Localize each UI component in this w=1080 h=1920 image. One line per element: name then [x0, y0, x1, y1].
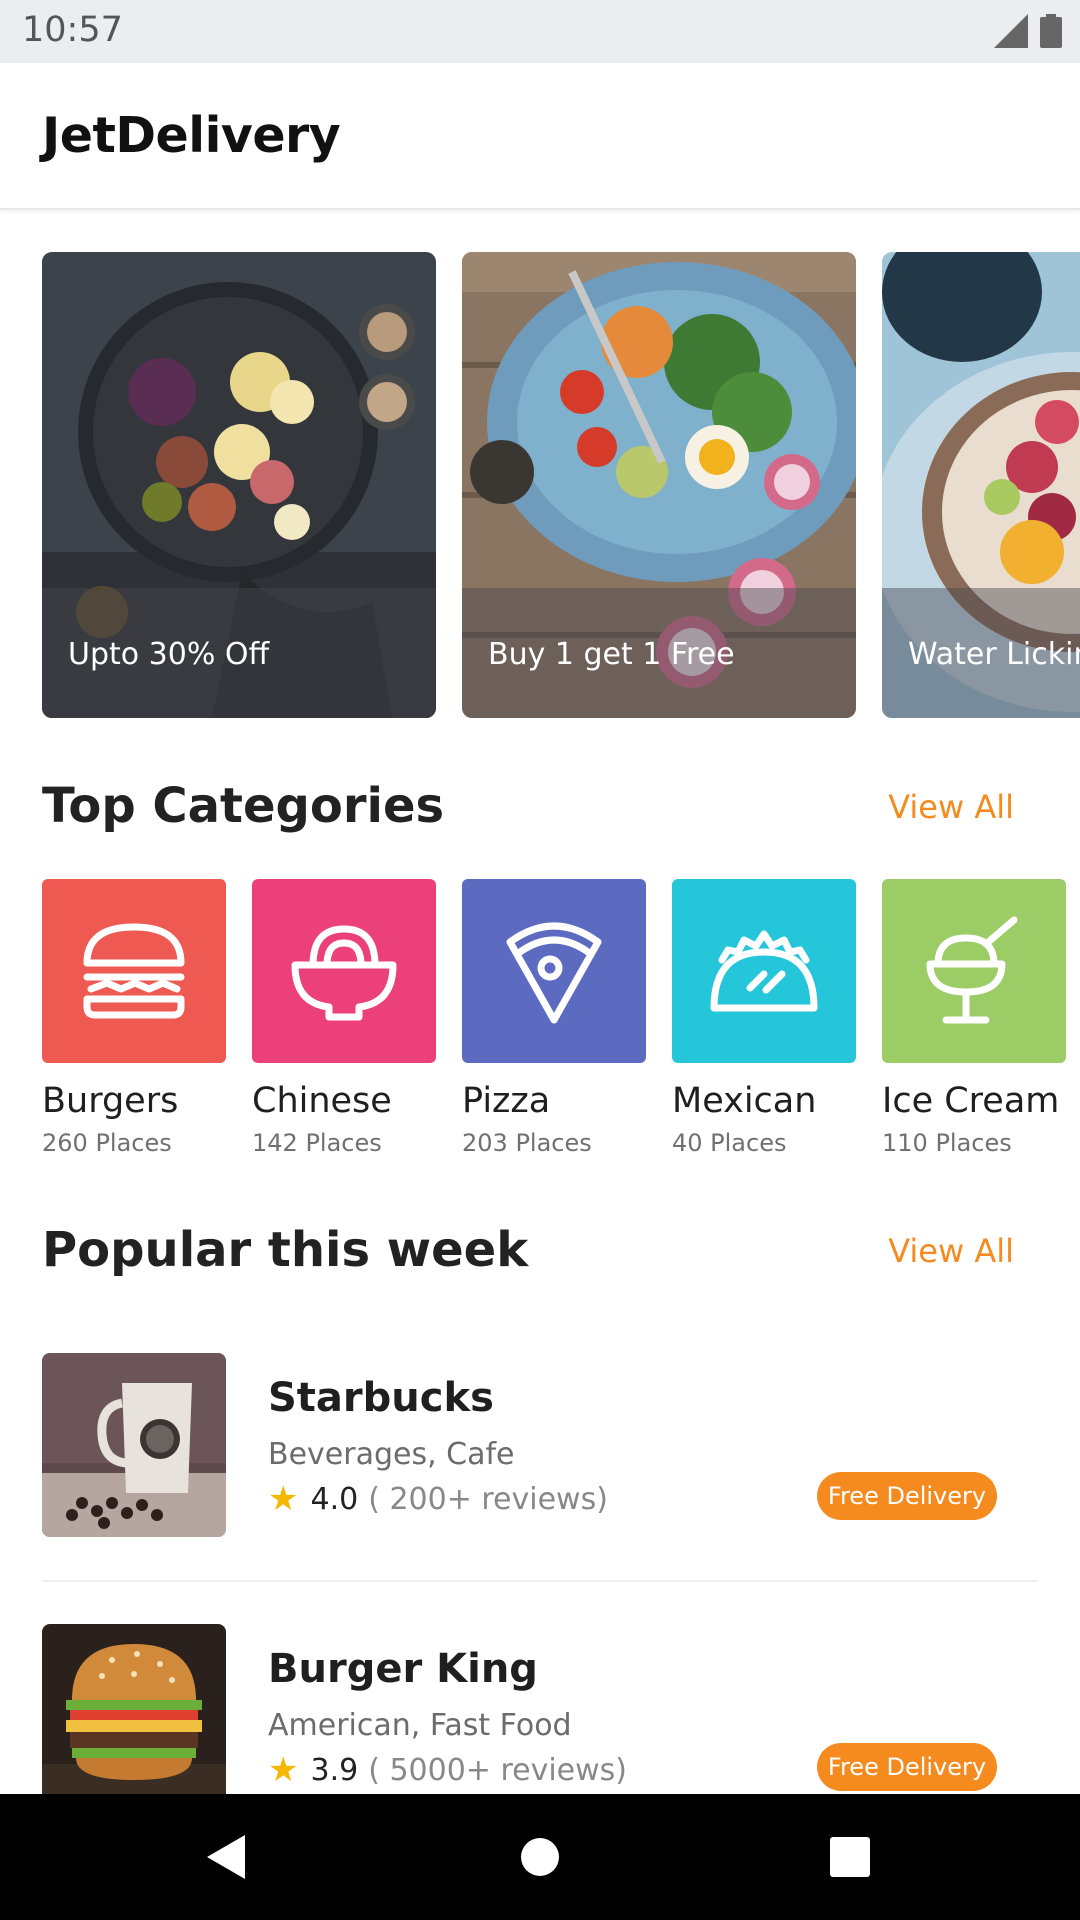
promo-banner-carousel[interactable]: Upto 30% Off Buy 1 get 1 Free Water Lick… [0, 252, 1080, 718]
restaurant-name: Starbucks [268, 1375, 494, 1421]
category-mexican[interactable]: Mexican 40 Places [672, 879, 856, 1157]
noodle-bowl-icon [291, 925, 397, 1021]
top-categories-title: Top Categories [42, 778, 445, 834]
back-button[interactable] [165, 1794, 285, 1920]
category-tile[interactable] [252, 879, 436, 1063]
restaurant-card-burger-king[interactable]: Burger King American, Fast Food ★ 3.9 ( … [42, 1624, 1038, 1808]
categories-row[interactable]: Burgers 260 Places Chinese 142 Places Pi… [42, 879, 1080, 1169]
popular-this-week-title: Popular this week [42, 1222, 529, 1278]
category-ice-cream[interactable]: Ice Cream 110 Places [882, 879, 1066, 1157]
restaurant-thumbnail [42, 1353, 226, 1537]
status-icons [994, 14, 1062, 48]
coffee-mug-image [42, 1353, 226, 1537]
app-bar: JetDelivery [0, 63, 1080, 210]
restaurant-cuisine: American, Fast Food [268, 1708, 572, 1743]
ice-cream-cup-icon [926, 916, 1018, 1024]
category-chinese[interactable]: Chinese 142 Places [252, 879, 436, 1157]
system-navigation-bar [0, 1794, 1080, 1920]
back-triangle-icon [207, 1835, 245, 1879]
restaurant-thumbnail [42, 1624, 226, 1808]
category-tile[interactable] [42, 879, 226, 1063]
category-name: Chinese [252, 1081, 392, 1121]
burger-icon [83, 923, 185, 1019]
restaurant-rating: ★ 4.0 ( 200+ reviews) [268, 1479, 608, 1519]
category-count: 40 Places [672, 1129, 787, 1157]
app-title: JetDelivery [42, 107, 341, 164]
star-icon: ★ [268, 1479, 299, 1519]
view-all-categories-link[interactable]: View All [888, 788, 1014, 826]
category-pizza[interactable]: Pizza 203 Places [462, 879, 646, 1157]
promo-banner[interactable]: Buy 1 get 1 Free [462, 252, 856, 718]
banner-label: Buy 1 get 1 Free [488, 637, 735, 672]
free-delivery-badge: Free Delivery [817, 1472, 997, 1520]
category-burgers[interactable]: Burgers 260 Places [42, 879, 226, 1157]
category-count: 203 Places [462, 1129, 592, 1157]
burger-image [42, 1624, 226, 1808]
category-tile[interactable] [672, 879, 856, 1063]
category-tile[interactable] [462, 879, 646, 1063]
list-divider [42, 1580, 1038, 1582]
category-name: Pizza [462, 1081, 551, 1121]
category-count: 110 Places [882, 1129, 1012, 1157]
promo-banner[interactable]: Upto 30% Off [42, 252, 436, 718]
banner-label: Water Lickin [908, 637, 1080, 672]
category-tile[interactable] [882, 879, 1066, 1063]
status-bar: 10:57 [0, 0, 1080, 63]
promo-banner[interactable]: Water Lickin [882, 252, 1080, 718]
restaurant-cuisine: Beverages, Cafe [268, 1437, 515, 1472]
recents-square-icon [830, 1837, 870, 1877]
home-button[interactable] [480, 1794, 600, 1920]
restaurant-card-starbucks[interactable]: Starbucks Beverages, Cafe ★ 4.0 ( 200+ r… [42, 1353, 1038, 1537]
pizza-slice-icon [506, 922, 602, 1024]
star-icon: ★ [268, 1750, 299, 1790]
cellular-signal-icon [994, 14, 1028, 48]
rating-value: 3.9 [310, 1752, 359, 1788]
status-time: 10:57 [22, 10, 123, 50]
category-name: Mexican [672, 1081, 817, 1121]
category-count: 142 Places [252, 1129, 382, 1157]
banner-label: Upto 30% Off [68, 637, 270, 672]
home-circle-icon [521, 1838, 559, 1876]
category-count: 260 Places [42, 1129, 172, 1157]
category-name: Ice Cream [882, 1081, 1060, 1121]
free-delivery-badge: Free Delivery [817, 1743, 997, 1791]
restaurant-rating: ★ 3.9 ( 5000+ reviews) [268, 1750, 627, 1790]
review-count: ( 200+ reviews) [368, 1481, 608, 1517]
taco-icon [710, 930, 818, 1012]
restaurant-name: Burger King [268, 1646, 538, 1692]
battery-icon [1040, 14, 1062, 48]
recents-button[interactable] [790, 1794, 910, 1920]
view-all-popular-link[interactable]: View All [888, 1232, 1014, 1270]
category-name: Burgers [42, 1081, 179, 1121]
review-count: ( 5000+ reviews) [368, 1752, 628, 1788]
rating-value: 4.0 [310, 1481, 359, 1517]
